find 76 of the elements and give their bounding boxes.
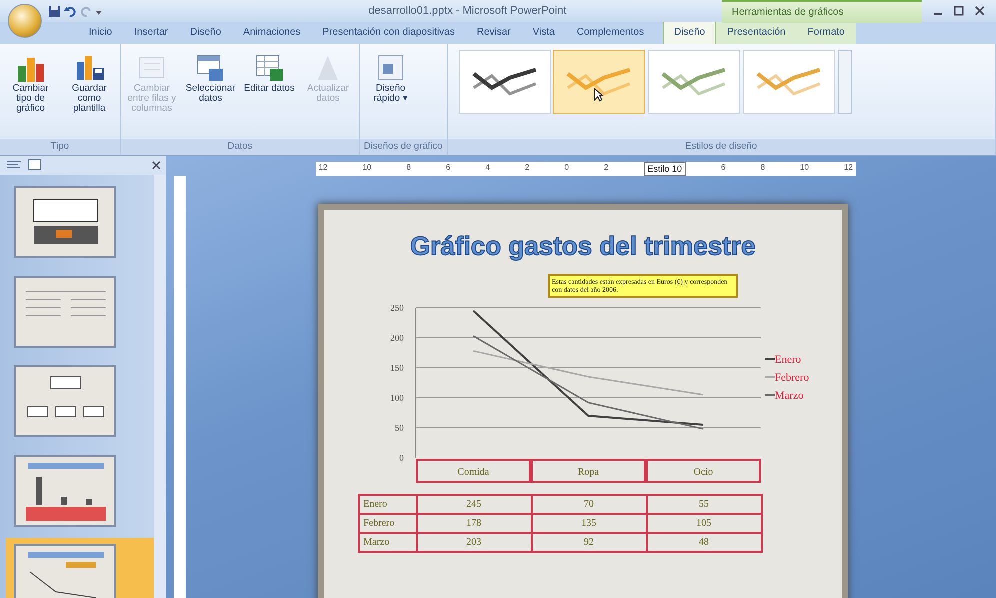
ribbon-tab[interactable]: Complementos: [566, 20, 656, 44]
table-cell: Febrero: [358, 514, 416, 534]
table-cell: 70: [532, 495, 646, 514]
ribbon-button[interactable]: Seleccionar datos: [182, 50, 239, 139]
axis-label: 150: [390, 363, 404, 374]
axis-label: 50: [395, 423, 404, 434]
ruler-number: 12: [318, 162, 328, 174]
legend-entry: Enero: [765, 354, 802, 366]
mouse-pointer-icon: [594, 88, 604, 102]
axis-label: Comida: [458, 467, 490, 478]
table-cell: Marzo: [358, 533, 416, 552]
ribbon-button[interactable]: Editar datos: [242, 50, 298, 139]
ribbon-tab[interactable]: Animaciones: [232, 20, 312, 44]
maximize-icon[interactable]: [954, 6, 964, 16]
close-pane-icon[interactable]: [152, 160, 160, 170]
ruler-number: 12: [844, 162, 854, 174]
ruler-number: 6: [721, 162, 726, 174]
slide-thumbnail[interactable]: [14, 544, 116, 598]
axis-label: 100: [390, 393, 404, 404]
ruler-number: 0: [564, 162, 570, 174]
axis-label: 200: [390, 333, 404, 344]
group-label: Diseños de gráfico: [360, 138, 447, 155]
save-icon[interactable]: [48, 4, 61, 18]
slide-thumbnail[interactable]: [14, 276, 116, 348]
group-label: Datos: [121, 138, 359, 155]
ribbon-button[interactable]: Diseño rápido ▾: [362, 50, 419, 139]
slides-tab-icon[interactable]: [27, 159, 43, 172]
slide-thumbnail[interactable]: [14, 454, 116, 527]
table-cell: 245: [416, 495, 532, 514]
table-cell: 203: [416, 533, 532, 552]
ruler-number: 2: [604, 162, 609, 174]
axis-label: 250: [390, 303, 404, 314]
legend-label: Enero: [775, 354, 802, 366]
ribbon-tab[interactable]: Vista: [522, 20, 566, 44]
legend-entry: Marzo: [765, 390, 804, 402]
ruler-number: 10: [800, 162, 810, 174]
ribbon-tab[interactable]: Insertar: [123, 20, 180, 44]
axis-label: Ropa: [578, 467, 600, 478]
ribbon-button[interactable]: Guardar como plantilla: [62, 50, 118, 139]
legend-label: Marzo: [775, 390, 804, 402]
ruler-number: 2: [525, 162, 530, 174]
ruler-number: 8: [406, 162, 412, 174]
slide-title: Gráfico gastos del trimestre: [410, 230, 756, 262]
ribbon-tab[interactable]: Inicio: [78, 20, 124, 44]
ribbon-tab[interactable]: Presentación con diapositivas: [312, 20, 466, 44]
ribbon-tab[interactable]: Diseño: [663, 20, 716, 44]
group-label: Estilos de diseño: [448, 138, 995, 155]
table-cell: 178: [416, 514, 532, 534]
axis-label: Ocio: [694, 467, 714, 478]
ruler-number: 6: [446, 162, 451, 174]
tooltip: Estilo 10: [644, 162, 686, 176]
ribbon-tab[interactable]: Revisar: [466, 20, 522, 44]
slide-thumbnail[interactable]: [14, 186, 116, 258]
undo-icon[interactable]: [64, 4, 77, 18]
outline-tab-icon[interactable]: [6, 159, 22, 172]
ruler-number: 10: [362, 162, 372, 174]
axis-label: 0: [400, 453, 404, 464]
slide-thumbnail[interactable]: [14, 365, 116, 438]
table-cell: Enero: [358, 495, 416, 514]
group-label: Tipo: [0, 138, 120, 155]
table-cell: 105: [646, 514, 762, 534]
table-cell: 135: [532, 514, 646, 534]
scrollbar[interactable]: [154, 174, 166, 598]
legend-entry: Febrero: [765, 372, 810, 384]
table-cell: 55: [646, 495, 762, 514]
window-title: desarrollo01.pptx - Microsoft PowerPoint: [368, 4, 567, 19]
ruler-number: 8: [760, 162, 766, 174]
contextual-tab-group: Herramientas de gráficos: [722, 0, 922, 22]
table-cell: 48: [646, 533, 762, 552]
ribbon-tab[interactable]: Diseño: [179, 20, 232, 44]
chart-style-option[interactable]: [458, 50, 551, 114]
legend-label: Febrero: [775, 372, 810, 384]
table-cell: 92: [532, 533, 646, 552]
ribbon-button[interactable]: Cambiar tipo de gráfico: [2, 50, 59, 139]
close-icon[interactable]: [975, 6, 985, 16]
ruler-number: 4: [486, 162, 490, 174]
